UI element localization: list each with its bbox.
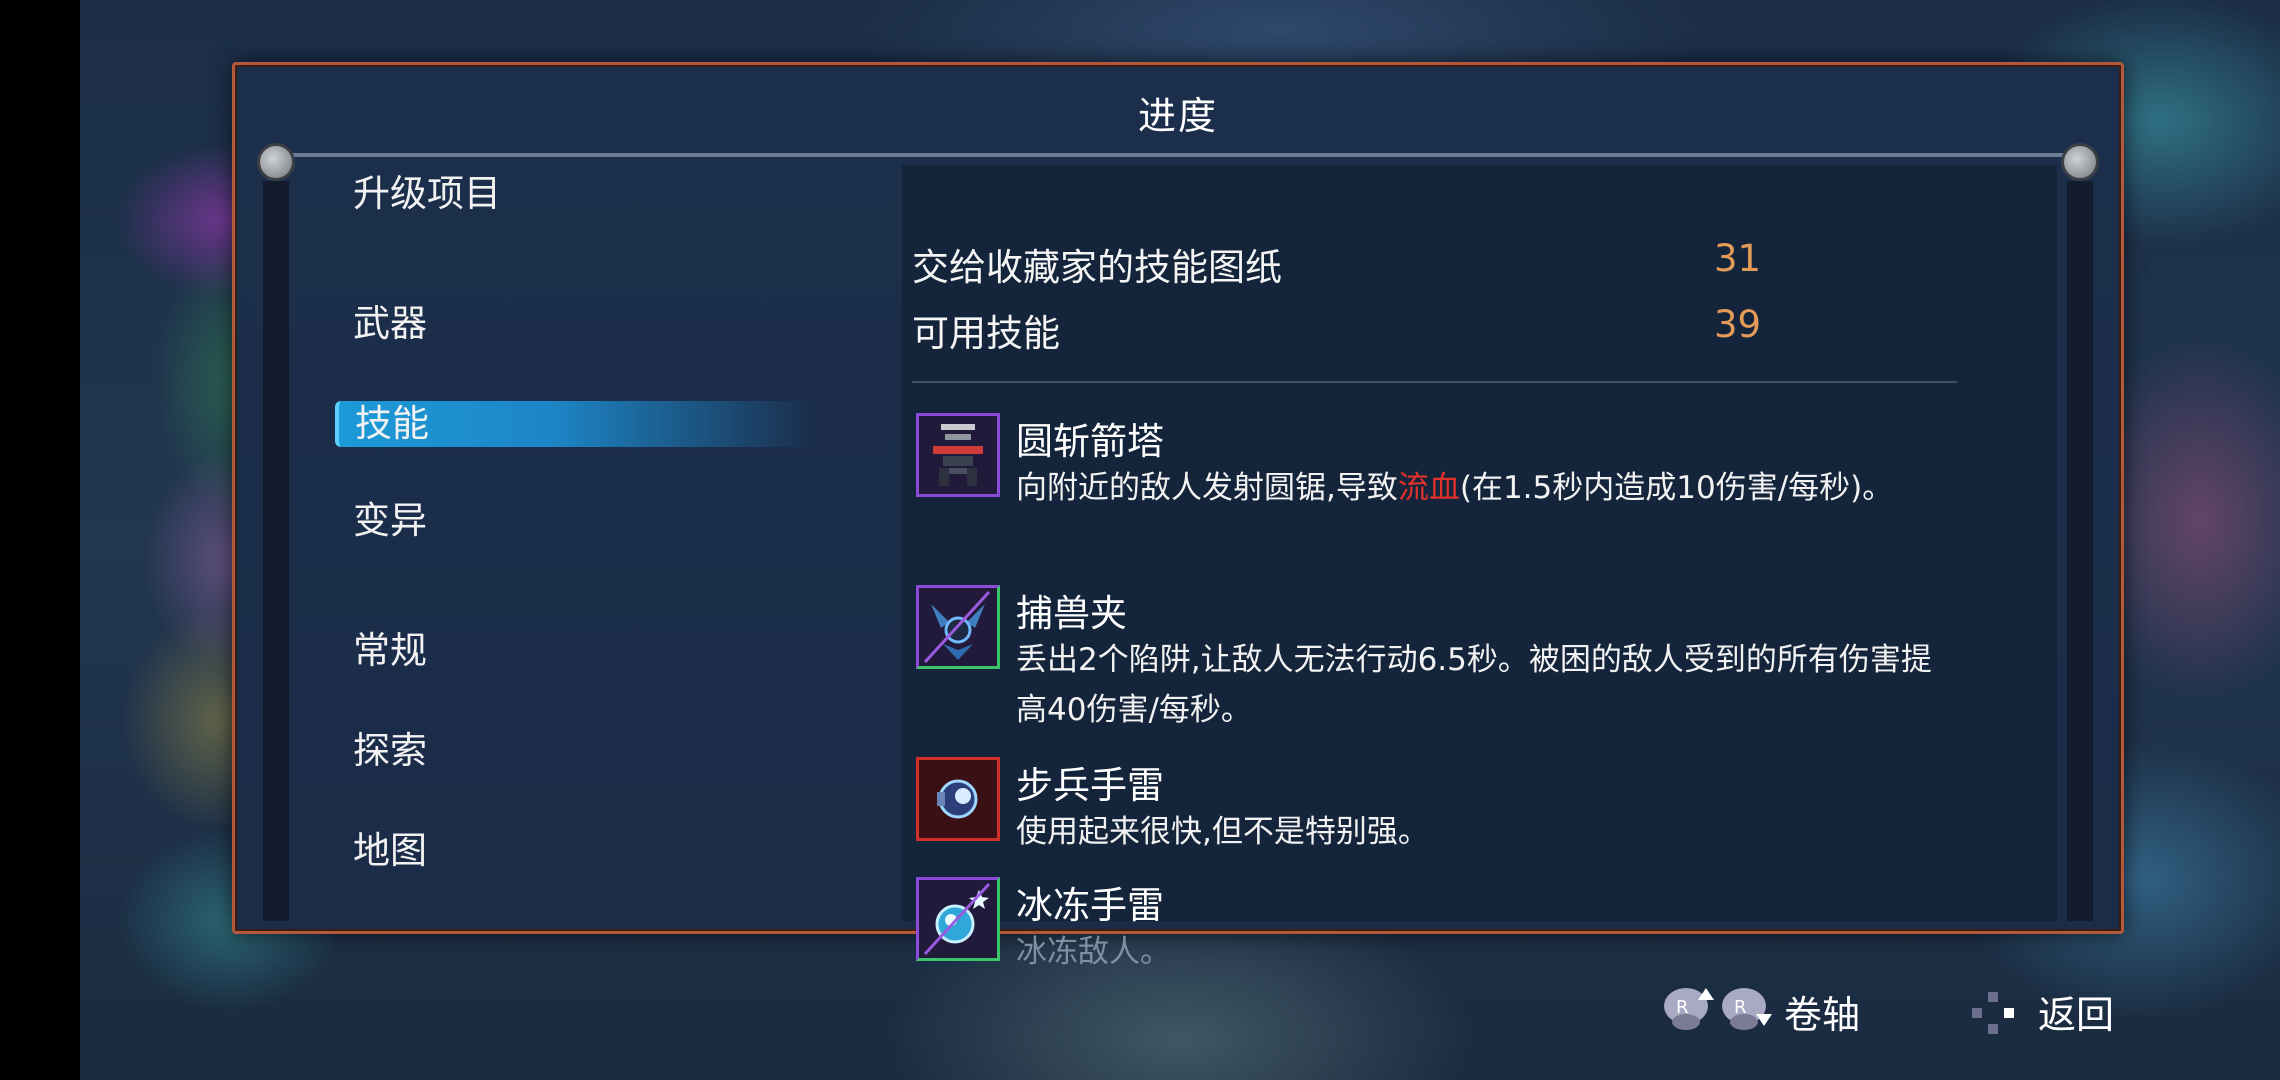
skill-name: 捕兽夹 bbox=[1016, 592, 1127, 635]
skill-desc-text: 向附近的敌人发射圆锯,导致 bbox=[1016, 470, 1398, 506]
skills-content[interactable]: 交给收藏家的技能图纸 31 可用技能 39 圆斩箭塔 向附近的敌人发射圆锯,导致… bbox=[902, 165, 2057, 970]
progress-panel: 进度 升级项目 武器 技能 变异 常规 探索 地图 交给收藏家的技能图纸 31 … bbox=[232, 62, 2124, 970]
dpad-icon[interactable] bbox=[1970, 990, 2016, 1040]
bleed-keyword: 流血 bbox=[1397, 470, 1460, 506]
back-button[interactable]: 返回 bbox=[2038, 984, 2114, 1039]
skill-description: 丢出2个陷阱,让敌人无法行动6.5秒。被困的敌人受到的所有伤害提高40伤害/每秒… bbox=[1016, 642, 1932, 728]
skill-name: 圆斩箭塔 bbox=[1016, 420, 1164, 463]
skill-description: 使用起来很快,但不是特别强。 bbox=[1016, 814, 1429, 850]
ice-grenade-icon bbox=[916, 877, 1000, 961]
stat-label: 交给收藏家的技能图纸 bbox=[912, 246, 1282, 289]
stat-row-blueprints: 交给收藏家的技能图纸 31 bbox=[912, 237, 1761, 291]
wolf-trap-icon bbox=[916, 585, 1000, 669]
stat-value: 31 bbox=[1714, 237, 1762, 280]
stat-value: 39 bbox=[1714, 303, 1762, 346]
svg-text:R: R bbox=[1676, 997, 1689, 1018]
category-weapons[interactable]: 武器 bbox=[353, 301, 427, 347]
list-item[interactable]: 步兵手雷 使用起来很快,但不是特别强。 bbox=[916, 757, 1976, 867]
skill-description: 向附近的敌人发射圆锯,导致流血(在1.5秒内造成10伤害/每秒)。 bbox=[1016, 463, 1946, 513]
stat-label: 可用技能 bbox=[912, 312, 1060, 355]
scroll-down-button-icon[interactable]: R bbox=[1720, 984, 1774, 1036]
skill-name: 步兵手雷 bbox=[1016, 764, 1164, 807]
list-item[interactable]: 捕兽夹 丢出2个陷阱,让敌人无法行动6.5秒。被困的敌人受到的所有伤害提高40伤… bbox=[916, 585, 1976, 755]
list-item[interactable]: 圆斩箭塔 向附近的敌人发射圆锯,导致流血(在1.5秒内造成10伤害/每秒)。 bbox=[916, 413, 1976, 583]
category-general[interactable]: 常规 bbox=[353, 628, 427, 674]
list-item[interactable]: 冰冻手雷 冰冻敌人。 bbox=[916, 877, 1976, 987]
scrollbar-track[interactable] bbox=[2067, 181, 2093, 921]
rivet-right-icon bbox=[2061, 143, 2099, 181]
category-mutations[interactable]: 变异 bbox=[353, 498, 427, 544]
category-map[interactable]: 地图 bbox=[353, 828, 427, 874]
saw-turret-icon bbox=[916, 413, 1000, 497]
svg-text:R: R bbox=[1734, 997, 1747, 1018]
stats-divider bbox=[912, 381, 1957, 383]
stat-row-available: 可用技能 39 bbox=[912, 303, 1761, 357]
scroll-label[interactable]: 卷轴 bbox=[1784, 984, 1860, 1039]
category-exploration[interactable]: 探索 bbox=[353, 728, 427, 774]
skill-description: 冰冻敌人。 bbox=[1016, 934, 1171, 970]
category-upgrades[interactable]: 升级项目 bbox=[353, 171, 501, 217]
scroll-up-button-icon[interactable]: R bbox=[1662, 984, 1716, 1036]
skill-desc-text: (在1.5秒内造成10伤害/每秒)。 bbox=[1459, 470, 1894, 506]
category-skills[interactable]: 技能 bbox=[335, 401, 815, 447]
infantry-grenade-icon bbox=[916, 757, 1000, 841]
skill-name: 冰冻手雷 bbox=[1016, 884, 1164, 927]
category-sidebar: 升级项目 武器 技能 变异 常规 探索 地图 bbox=[235, 65, 835, 931]
